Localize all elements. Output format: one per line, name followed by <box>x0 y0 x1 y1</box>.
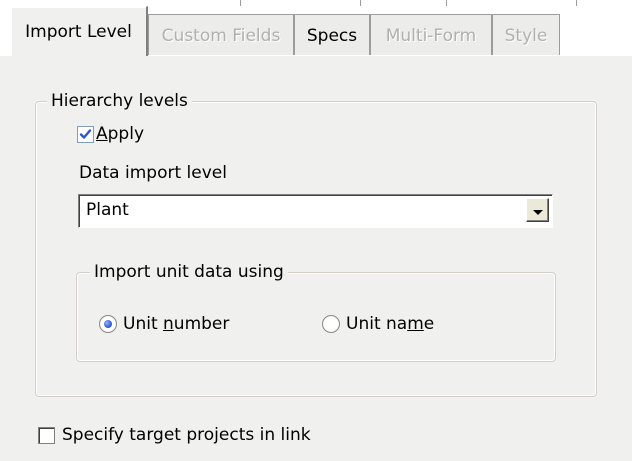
hierarchy-levels-title: Hierarchy levels <box>47 91 192 111</box>
unit-number-radio[interactable] <box>99 315 117 333</box>
checkmark-icon <box>79 129 92 139</box>
radio-selected-dot-icon <box>104 320 112 328</box>
tab-import-level[interactable]: Import Level <box>10 6 148 56</box>
tab-multi-form-label: Multi-Form <box>385 25 477 46</box>
tab-import-level-label: Import Level <box>25 21 132 42</box>
apply-label-rest: pply <box>107 124 145 144</box>
unit-name-label-accel: m <box>407 314 424 334</box>
import-unit-data-title: Import unit data using <box>90 262 288 282</box>
tab-style-label: Style <box>504 25 548 46</box>
tab-custom-fields[interactable]: Custom Fields <box>148 14 294 56</box>
chevron-down-icon <box>532 209 543 215</box>
unit-number-label-accel: n <box>163 314 174 334</box>
tab-specs-label: Specs <box>306 25 358 46</box>
target-projects-label[interactable]: Specify target projects in link <box>62 425 311 445</box>
data-import-level-select[interactable]: Plant <box>78 194 553 228</box>
tab-specs[interactable]: Specs <box>294 14 370 56</box>
unit-name-label-pre: Unit na <box>346 314 408 334</box>
data-import-level-value: Plant <box>86 200 129 220</box>
dropdown-button[interactable] <box>526 198 549 222</box>
apply-checkbox[interactable] <box>77 126 94 143</box>
import-settings-dialog: Import Level Custom Fields Specs Multi-F… <box>0 0 632 461</box>
tab-strip: Import Level Custom Fields Specs Multi-F… <box>0 0 632 56</box>
apply-label[interactable]: Apply <box>96 124 144 144</box>
tab-custom-fields-label: Custom Fields <box>161 25 281 46</box>
unit-name-label[interactable]: Unit name <box>346 314 434 334</box>
apply-label-accel: A <box>96 124 108 144</box>
unit-number-label-post: umber <box>173 314 230 334</box>
unit-name-radio[interactable] <box>322 315 340 333</box>
tab-multi-form[interactable]: Multi-Form <box>370 14 492 56</box>
unit-number-label[interactable]: Unit number <box>123 314 229 334</box>
unit-name-label-post: e <box>423 314 435 334</box>
data-import-level-label: Data import level <box>79 163 227 183</box>
unit-number-label-pre: Unit <box>123 314 164 334</box>
target-projects-checkbox[interactable] <box>38 427 55 444</box>
tab-style[interactable]: Style <box>492 14 560 56</box>
